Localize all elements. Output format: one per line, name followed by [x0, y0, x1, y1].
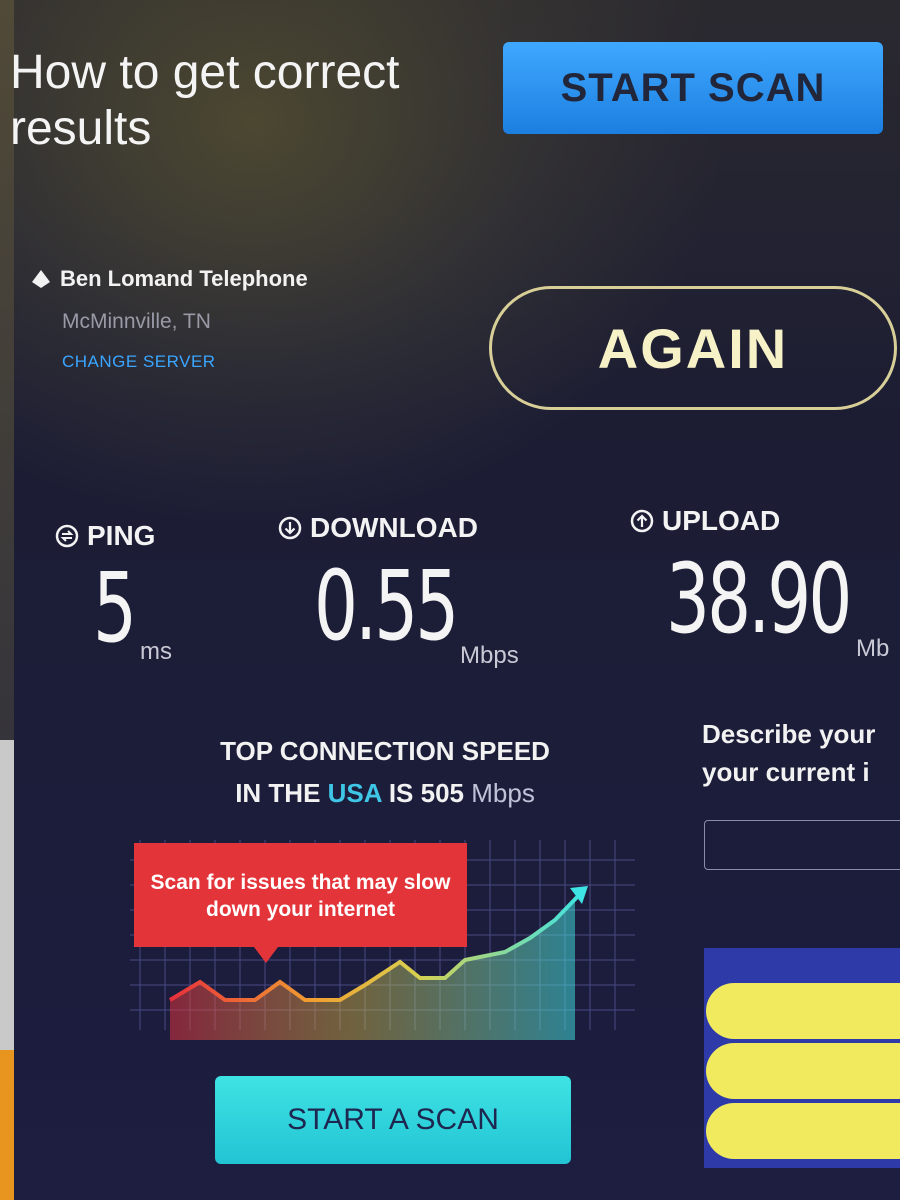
ping-unit: ms	[140, 638, 172, 665]
left-window-edge	[0, 0, 14, 1200]
scan-issues-callout: Scan for issues that may slow down your …	[134, 843, 467, 963]
download-arrow-icon	[278, 516, 302, 540]
top-speed-line2: IN THE USA IS 505 Mbps	[235, 778, 535, 808]
location-pin-icon	[32, 270, 50, 288]
server-info: Ben Lomand Telephone McMinnville, TN CHA…	[30, 266, 308, 372]
download-value: 0.55	[314, 550, 459, 662]
top-speed-text: TOP CONNECTION SPEED IN THE USA IS 505 M…	[190, 730, 580, 814]
option-button-2[interactable]	[706, 1043, 900, 1099]
server-location: McMinnville, TN	[62, 310, 211, 333]
again-button[interactable]: AGAIN	[489, 286, 897, 410]
server-provider: Ben Lomand Telephone	[60, 266, 308, 291]
ping-label: PING	[87, 520, 156, 551]
describe-prompt: Describe your your current i	[702, 719, 876, 787]
download-metric: DOWNLOAD 0.55 Mbps	[278, 512, 519, 669]
change-server-link[interactable]: CHANGE SERVER	[62, 352, 308, 372]
ping-icon	[55, 524, 79, 548]
ping-value: 5	[93, 552, 137, 664]
upload-value: 38.90	[666, 543, 852, 655]
option-button-1[interactable]	[706, 983, 900, 1039]
upload-metric: UPLOAD 38.90 Mb	[630, 505, 889, 662]
describe-input[interactable]	[704, 820, 900, 870]
page-title: How to get correct results	[10, 46, 400, 155]
start-scan-button[interactable]: START SCAN	[503, 42, 883, 134]
top-speed-line1: TOP CONNECTION SPEED	[220, 736, 550, 766]
upload-unit: Mb	[856, 635, 890, 662]
download-unit: Mbps	[460, 642, 519, 669]
upload-arrow-icon	[630, 509, 654, 533]
ping-metric: PING 5 ms	[55, 520, 172, 670]
option-button-3[interactable]	[706, 1103, 900, 1159]
country-highlight: USA	[327, 778, 382, 808]
upload-label: UPLOAD	[662, 505, 781, 536]
start-a-scan-button[interactable]: START A SCAN	[215, 1076, 571, 1164]
download-label: DOWNLOAD	[310, 512, 478, 543]
